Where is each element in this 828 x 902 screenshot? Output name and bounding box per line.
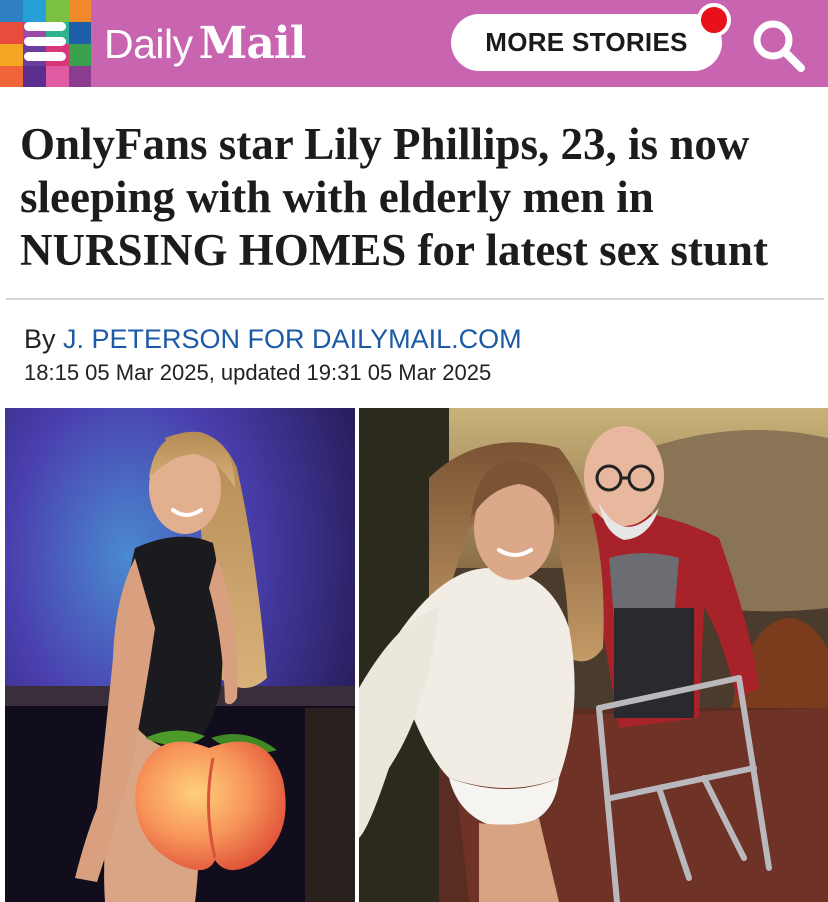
article-headline: OnlyFans star Lily Phillips, 23, is now … (20, 118, 810, 277)
peach-emoji-icon (135, 730, 286, 871)
headline-line: sleeping with with elderly men in (20, 172, 654, 222)
site-header: Daily Mail MORE STORIES (0, 0, 828, 87)
byline-prefix: By (24, 324, 56, 354)
divider (6, 298, 824, 300)
brand-daily: Daily (104, 21, 193, 67)
notification-dot (697, 3, 731, 37)
daily-mail-logo[interactable]: Daily Mail (104, 18, 307, 69)
hamburger-icon (24, 20, 66, 64)
author-link[interactable]: J. PETERSON FOR DAILYMAIL.COM (63, 324, 522, 354)
brand-mail: Mail (198, 18, 307, 69)
article-photo-right[interactable] (359, 408, 828, 902)
dateline: 18:15 05 Mar 2025, updated 19:31 05 Mar … (24, 360, 492, 385)
byline: By J. PETERSON FOR DAILYMAIL.COM (24, 324, 522, 355)
menu-button[interactable] (0, 0, 91, 87)
headline-line: NURSING HOMES for latest sex stunt (20, 225, 768, 275)
article-photo-left[interactable] (5, 408, 355, 902)
headline-line: OnlyFans star Lily Phillips, 23, is now (20, 119, 750, 169)
search-icon[interactable] (748, 16, 808, 74)
more-stories-button[interactable]: MORE STORIES (451, 14, 722, 71)
